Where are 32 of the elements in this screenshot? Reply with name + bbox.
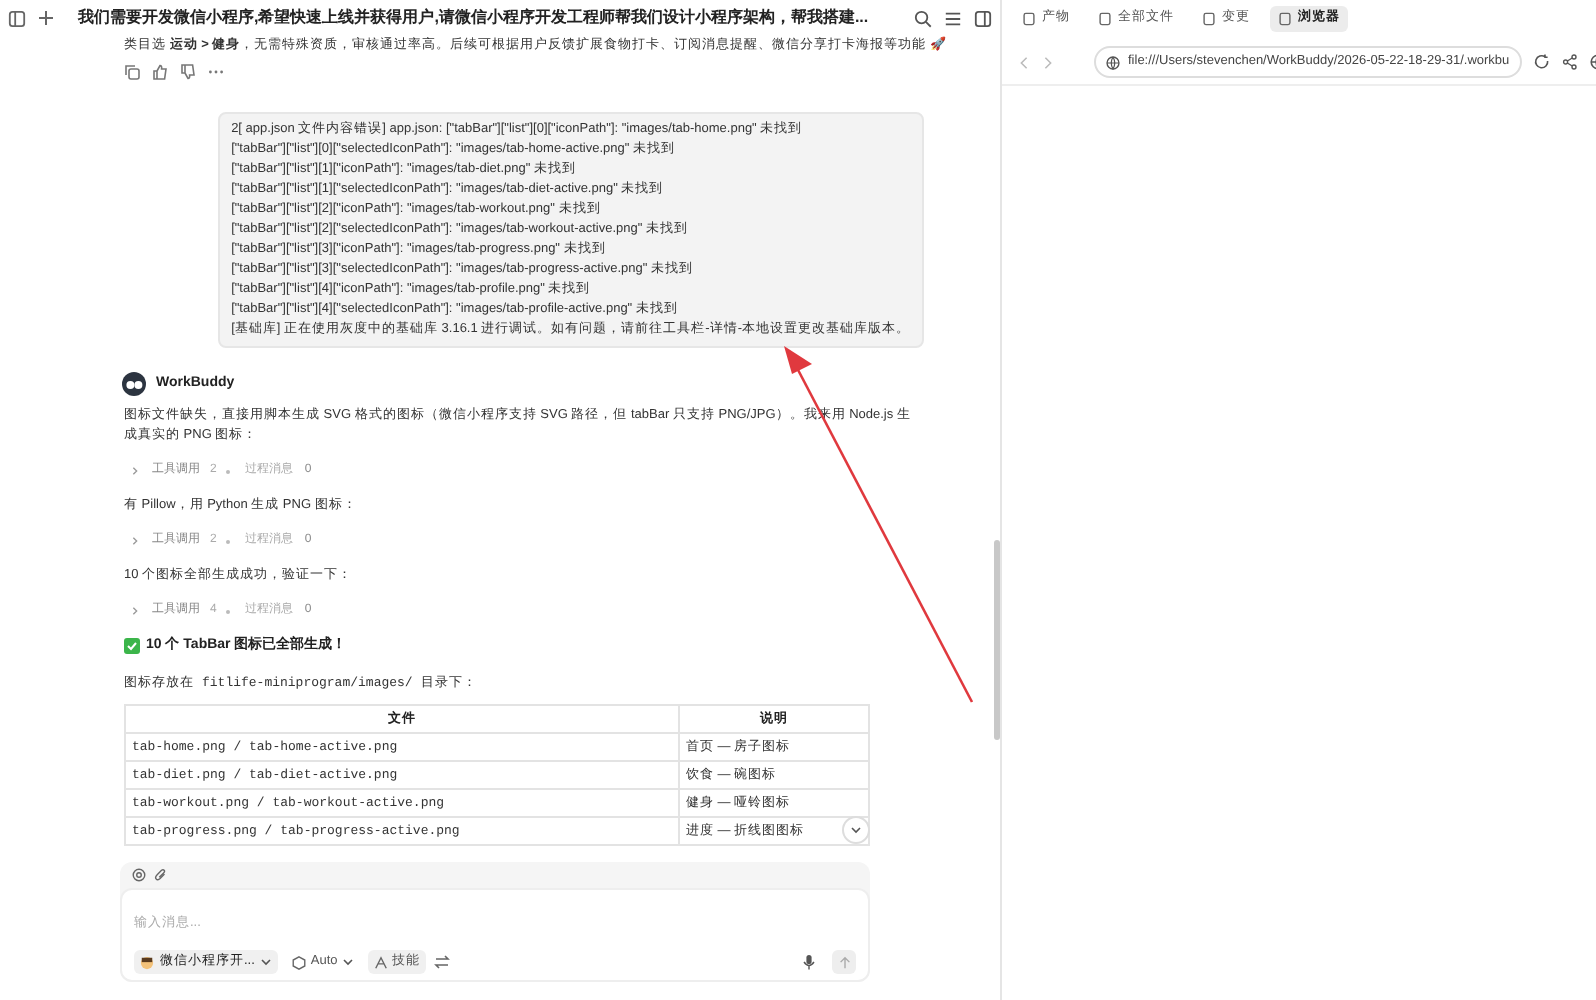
share-icon[interactable]	[1562, 54, 1578, 70]
at-icon[interactable]	[132, 868, 146, 882]
thumbs-down-icon[interactable]	[180, 64, 196, 80]
search-icon[interactable]	[914, 9, 932, 27]
document-icon	[1278, 11, 1292, 25]
scrollbar[interactable]	[994, 540, 1000, 740]
thumbs-up-icon[interactable]	[152, 64, 168, 80]
chevron-down-icon	[850, 824, 862, 836]
sidebar-icon[interactable]	[8, 9, 26, 27]
conversation-title: 我们需要开发微信小程序,希望快速上线并获得用户,请微信小程序开发工程师帮我们设计小程序架构，帮我搭建...	[78, 6, 871, 30]
document-icon	[1022, 11, 1036, 25]
panel-icon[interactable]	[974, 9, 992, 27]
chevron-down-icon	[260, 956, 273, 968]
document-icon	[1202, 11, 1216, 25]
chevron-down-icon	[341, 956, 354, 968]
copy-icon[interactable]	[124, 64, 140, 80]
list-icon[interactable]	[944, 9, 962, 27]
chevron-icon[interactable]	[130, 606, 140, 616]
chevron-icon[interactable]	[130, 536, 140, 546]
arrow-up-icon	[837, 955, 851, 969]
chevron-icon[interactable]	[130, 466, 140, 476]
swap-icon[interactable]	[433, 954, 450, 970]
scroll-down-button[interactable]	[842, 816, 870, 844]
paperclip-icon[interactable]	[154, 868, 168, 882]
avatar-icon	[140, 955, 154, 969]
assistant-avatar-icon	[122, 372, 146, 396]
globe-icon	[1106, 55, 1120, 69]
check-icon	[124, 638, 140, 655]
plus-icon[interactable]	[38, 10, 54, 26]
reload-icon[interactable]	[1534, 54, 1550, 70]
document-icon	[1098, 11, 1112, 25]
microphone-icon[interactable]	[802, 954, 816, 970]
